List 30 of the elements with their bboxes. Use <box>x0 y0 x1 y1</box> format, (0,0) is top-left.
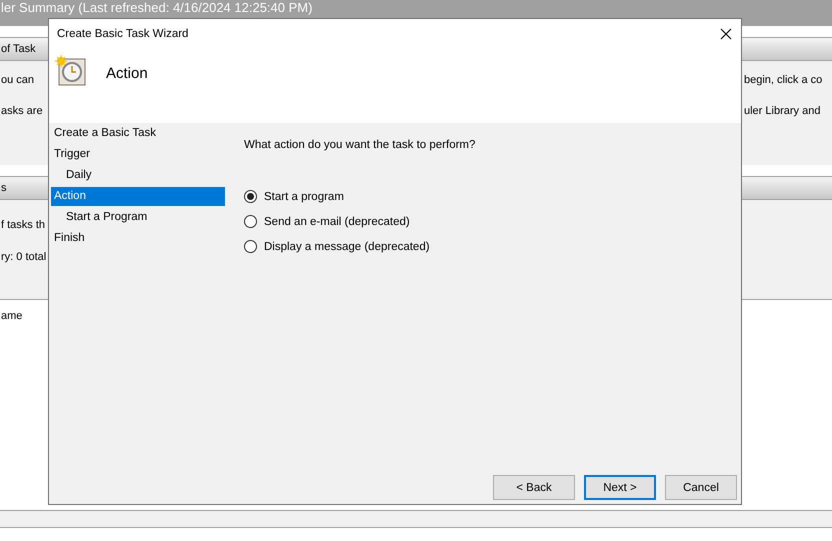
radio-label[interactable]: Start a program <box>264 190 344 202</box>
radio-label[interactable]: Display a message (deprecated) <box>264 240 430 252</box>
question-text: What action do you want the task to perform? <box>244 139 476 151</box>
step-item[interactable]: Trigger <box>51 145 225 164</box>
column-header[interactable]: ame <box>1 310 22 322</box>
page-heading: Action <box>106 65 148 82</box>
section-title: of Task <box>1 43 36 55</box>
radio-button[interactable] <box>244 190 257 203</box>
section-text: begin, click a co <box>744 74 824 86</box>
step-item[interactable]: Action <box>51 187 225 206</box>
dialog-button[interactable]: Next > <box>584 475 656 500</box>
dialog-button[interactable]: Cancel <box>665 475 737 500</box>
radio-button[interactable] <box>244 215 257 228</box>
clock-icon <box>55 55 87 87</box>
section-text: ou can <box>1 74 36 86</box>
radio-label[interactable]: Send an e-mail (deprecated) <box>264 216 410 228</box>
step-item[interactable]: Start a Program <box>51 208 225 227</box>
section-text: f tasks th <box>1 219 46 231</box>
section-title: s <box>1 182 6 194</box>
dialog-title: Create Basic Task Wizard <box>57 28 188 40</box>
window-title: ler Summary (Last refreshed: 4/16/2024 12:25:40 PM) <box>1 0 312 16</box>
radio-button[interactable] <box>244 240 257 253</box>
step-item[interactable]: Daily <box>51 166 225 185</box>
section-text: ry: 0 total <box>1 251 47 263</box>
section-text: uler Library and <box>744 105 822 117</box>
dialog-button[interactable]: < Back <box>493 475 575 500</box>
section-text: asks are <box>1 105 44 117</box>
step-item[interactable]: Finish <box>51 229 225 248</box>
step-item[interactable]: Create a Basic Task <box>51 124 225 143</box>
close-icon[interactable] <box>720 28 732 40</box>
